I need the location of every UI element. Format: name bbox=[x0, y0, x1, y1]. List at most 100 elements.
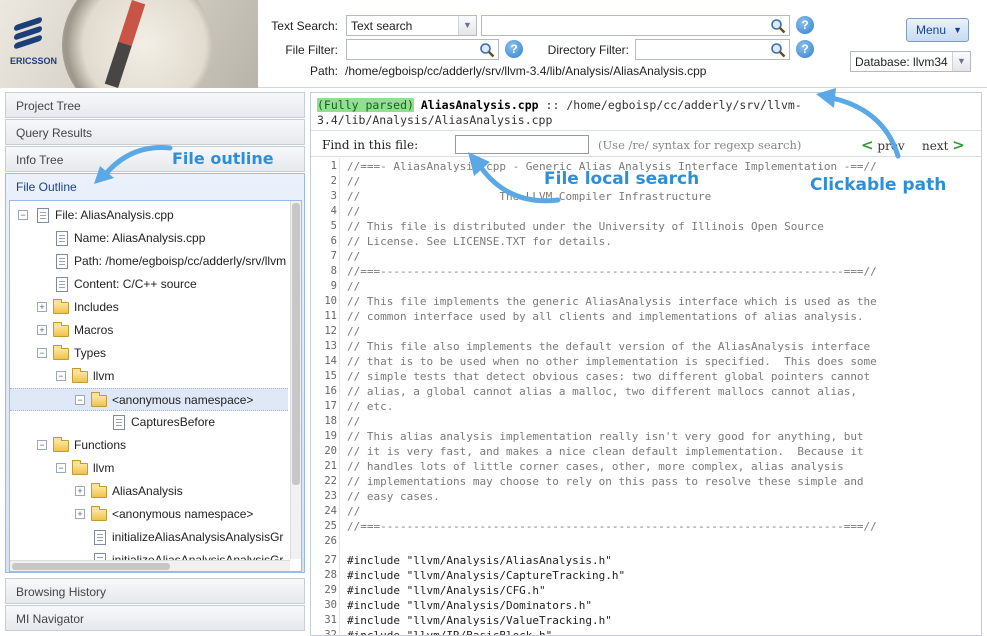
code-line[interactable]: //===-----------------------------------… bbox=[347, 265, 877, 278]
tree-node[interactable]: + AliasAnalysis bbox=[10, 480, 288, 503]
line-number: 11 bbox=[324, 310, 337, 322]
file-name[interactable]: AliasAnalysis.cpp bbox=[421, 98, 539, 112]
file-filter-input[interactable] bbox=[346, 39, 499, 60]
code-view[interactable]: 1 2 3 4 5 6 7 8 9 10 11 12 13 14 15 16 17 18 19 20 21 22 23 24 2… bbox=[311, 158, 981, 636]
expand-icon[interactable]: + bbox=[75, 509, 85, 519]
folder-icon bbox=[91, 483, 107, 498]
code-line[interactable]: // handles lots of little corner cases, … bbox=[347, 460, 844, 473]
chevron-down-icon[interactable]: ▼ bbox=[458, 16, 476, 35]
next-button[interactable]: next > bbox=[922, 136, 965, 154]
line-number: 4 bbox=[330, 205, 337, 217]
database-select[interactable]: Database: llvm34 ▼ bbox=[850, 51, 971, 72]
expand-icon[interactable]: + bbox=[37, 325, 47, 335]
ericsson-logo-icon bbox=[14, 16, 42, 50]
line-number: 12 bbox=[324, 325, 337, 337]
code-line[interactable]: // bbox=[347, 280, 360, 293]
tree-node[interactable]: − llvm bbox=[10, 365, 288, 388]
collapse-icon[interactable]: − bbox=[56, 371, 66, 381]
tree-node[interactable]: − File: AliasAnalysis.cpp bbox=[10, 204, 288, 227]
code-line[interactable]: // alias, a global cannot alias a malloc… bbox=[347, 385, 857, 398]
scrollbar-thumb[interactable] bbox=[12, 563, 170, 570]
code-line[interactable]: // bbox=[347, 505, 360, 518]
code-line[interactable]: //===-----------------------------------… bbox=[347, 520, 877, 533]
line-number: 28 bbox=[324, 569, 337, 581]
collapse-icon[interactable]: − bbox=[37, 440, 47, 450]
code-line[interactable]: #include "llvm/IR/BasicBlock.h" bbox=[347, 629, 552, 635]
file-icon bbox=[56, 277, 68, 292]
search-icon[interactable] bbox=[770, 42, 786, 58]
text-search-mode-select[interactable]: Text search ▼ bbox=[346, 15, 477, 36]
code-line[interactable]: // bbox=[347, 415, 360, 428]
tree-vertical-scrollbar[interactable] bbox=[290, 201, 301, 559]
expand-icon[interactable]: + bbox=[75, 486, 85, 496]
tree-node[interactable]: Content: C/C++ source bbox=[10, 273, 288, 296]
line-number: 32 bbox=[324, 629, 337, 636]
next-label: next bbox=[922, 139, 949, 153]
code-line[interactable]: // bbox=[347, 205, 360, 218]
annotation-file-outline: File outline bbox=[172, 149, 274, 168]
tree-node[interactable]: CapturesBefore bbox=[10, 411, 288, 434]
code-line[interactable]: // simple tests that detect obvious case… bbox=[347, 370, 870, 383]
tree-node[interactable]: − Types bbox=[10, 342, 288, 365]
code-line[interactable]: #include "llvm/Analysis/Dominators.h" bbox=[347, 599, 592, 612]
annotation-clickable-path: Clickable path bbox=[810, 175, 947, 195]
text-search-input[interactable] bbox=[481, 15, 790, 36]
code-line[interactable]: // etc. bbox=[347, 400, 393, 413]
folder-open-icon bbox=[53, 437, 69, 452]
directory-filter-input[interactable] bbox=[635, 39, 790, 60]
tree-node[interactable]: − <anonymous namespace> bbox=[10, 388, 288, 411]
scrollbar-thumb[interactable] bbox=[292, 203, 300, 485]
text-search-help-icon[interactable]: ? bbox=[796, 16, 814, 34]
menu-button[interactable]: Menu ▼ bbox=[906, 18, 969, 42]
folder-open-icon bbox=[91, 392, 107, 407]
code-line[interactable]: #include "llvm/Analysis/CaptureTracking.… bbox=[347, 569, 625, 582]
chevron-right-icon: > bbox=[952, 136, 965, 154]
tree-node[interactable]: Path: /home/egboisp/cc/adderly/srv/llvm bbox=[10, 250, 288, 273]
tree-node[interactable]: initializeAliasAnalysisAnalysisGr bbox=[10, 526, 288, 549]
code-line[interactable]: // This file is distributed under the Un… bbox=[347, 220, 824, 233]
code-line[interactable]: // bbox=[347, 250, 360, 263]
code-line[interactable]: // that is to be used when no other impl… bbox=[347, 355, 877, 368]
code-line[interactable]: // This file implements the generic Alia… bbox=[347, 295, 877, 308]
accordion-project-tree[interactable]: Project Tree bbox=[5, 92, 305, 118]
search-icon[interactable] bbox=[479, 42, 495, 58]
chevron-down-icon[interactable]: ▼ bbox=[952, 52, 970, 71]
directory-filter-help-icon[interactable]: ? bbox=[796, 40, 814, 58]
collapse-icon[interactable]: − bbox=[75, 395, 85, 405]
annotation-arrow-icon bbox=[468, 152, 561, 204]
code-line[interactable]: // bbox=[347, 175, 360, 188]
line-number: 1 bbox=[330, 160, 337, 172]
tree-node[interactable]: + <anonymous namespace> bbox=[10, 503, 288, 526]
code-line[interactable]: // it is very fast, and makes a nice cle… bbox=[347, 445, 864, 458]
code-line[interactable]: // easy cases. bbox=[347, 490, 440, 503]
code-line[interactable]: #include "llvm/Analysis/CFG.h" bbox=[347, 584, 546, 597]
tree-node[interactable]: − llvm bbox=[10, 457, 288, 480]
code-line[interactable]: #include "llvm/Analysis/AliasAnalysis.h" bbox=[347, 554, 612, 567]
line-number-gutter: 1 2 3 4 5 6 7 8 9 10 11 12 13 14 15 16 17 18 19 20 21 22 23 24 2… bbox=[311, 158, 339, 636]
code-line[interactable]: // bbox=[347, 325, 360, 338]
tree-horizontal-scrollbar[interactable] bbox=[10, 560, 290, 571]
line-number: 22 bbox=[324, 475, 337, 487]
code-line[interactable]: // common interface used by all clients … bbox=[347, 310, 864, 323]
search-icon[interactable] bbox=[770, 18, 786, 34]
tree-node[interactable]: − Functions bbox=[10, 434, 288, 457]
accordion-mi-navigator[interactable]: MI Navigator bbox=[5, 605, 305, 631]
code-line[interactable]: #include "llvm/Analysis/ValueTracking.h" bbox=[347, 614, 612, 627]
tree-node[interactable]: + Macros bbox=[10, 319, 288, 342]
line-number: 29 bbox=[324, 584, 337, 596]
collapse-icon[interactable]: − bbox=[37, 348, 47, 358]
folder-open-icon bbox=[72, 460, 88, 475]
code-line[interactable]: // This file also implements the default… bbox=[347, 340, 870, 353]
tree-node[interactable]: Name: AliasAnalysis.cpp bbox=[10, 227, 288, 250]
collapse-icon[interactable]: − bbox=[56, 463, 66, 473]
code-line[interactable]: // License. See LICENSE.TXT for details. bbox=[347, 235, 612, 248]
collapse-icon[interactable]: − bbox=[18, 210, 28, 220]
accordion-browsing-history[interactable]: Browsing History bbox=[5, 578, 305, 604]
tree-node-label: Name: AliasAnalysis.cpp bbox=[74, 231, 206, 245]
code-line[interactable]: // implementations may choose to rely on… bbox=[347, 475, 864, 488]
line-number: 14 bbox=[324, 355, 337, 367]
file-filter-help-icon[interactable]: ? bbox=[505, 40, 523, 58]
expand-icon[interactable]: + bbox=[37, 302, 47, 312]
tree-node[interactable]: + Includes bbox=[10, 296, 288, 319]
code-line[interactable]: // This alias analysis implementation re… bbox=[347, 430, 864, 443]
